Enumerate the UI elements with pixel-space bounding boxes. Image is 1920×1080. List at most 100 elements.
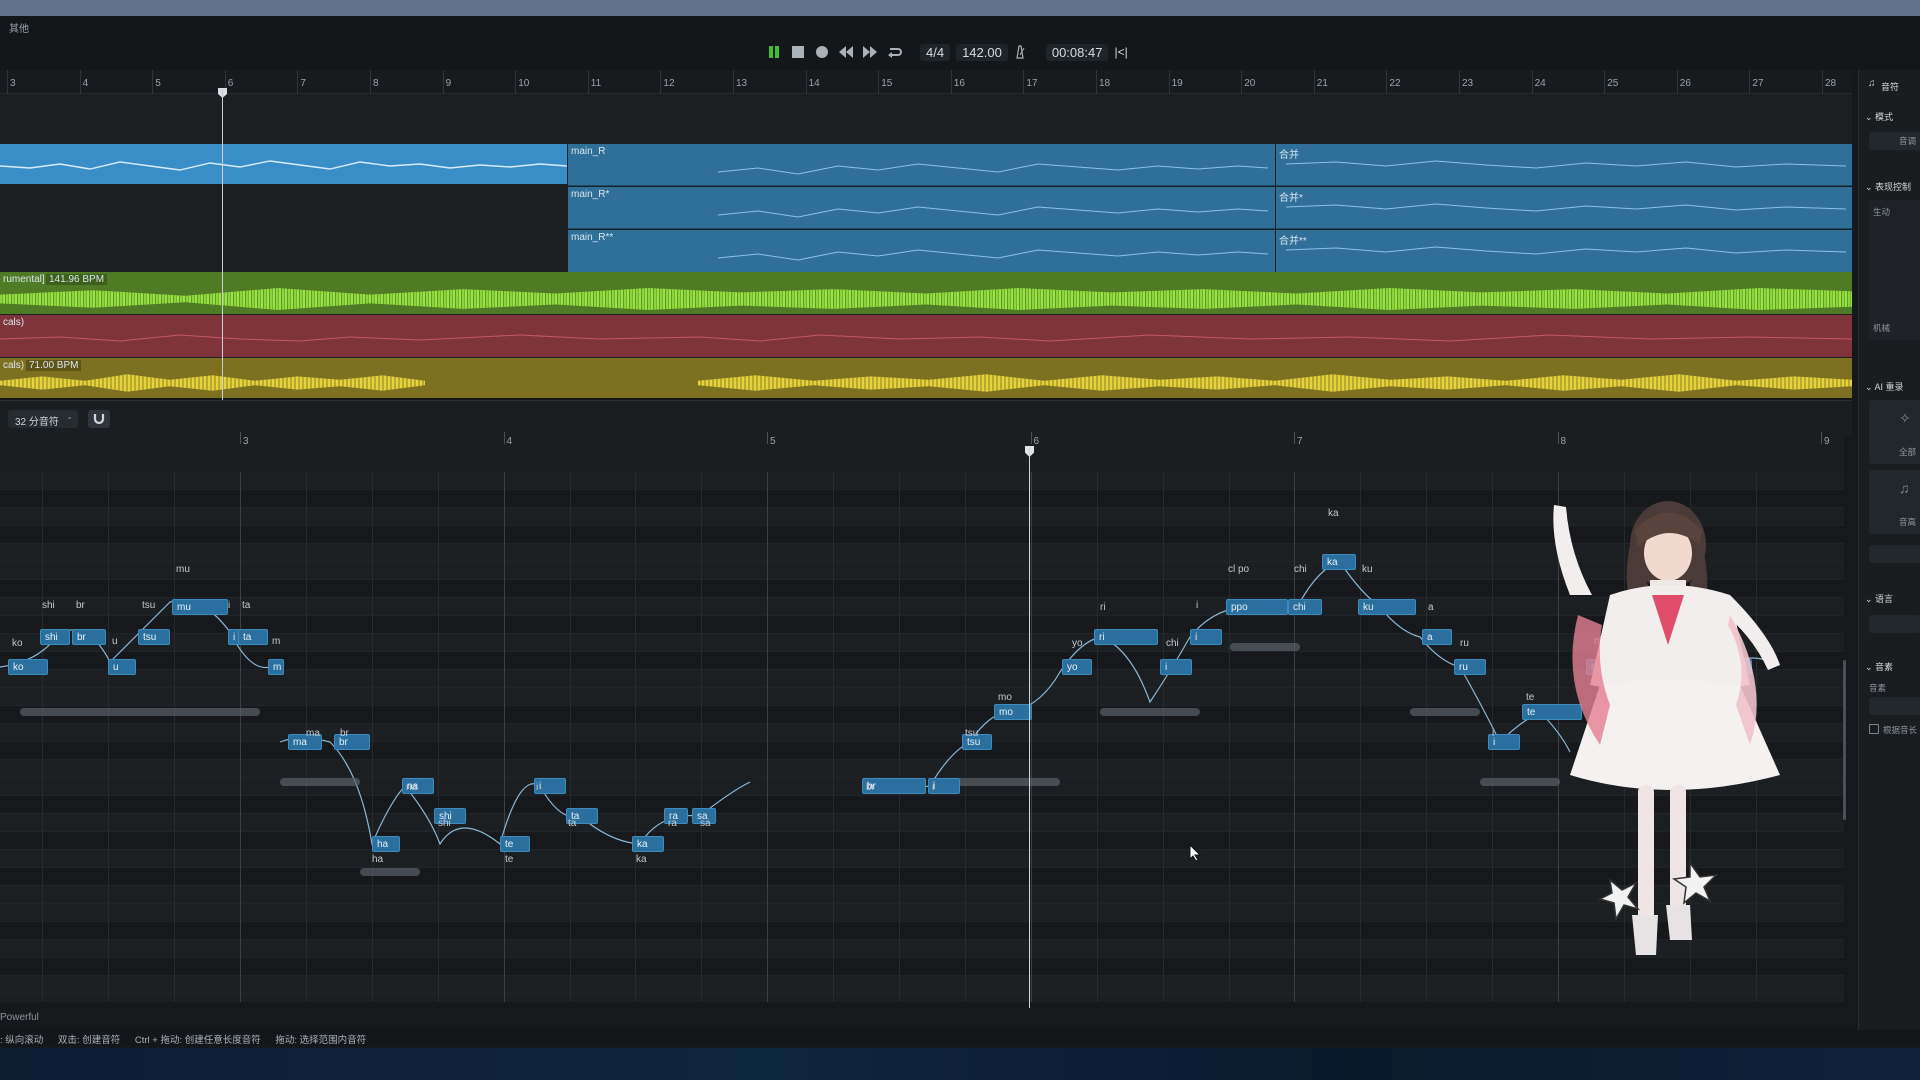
note[interactable]: i (534, 778, 566, 794)
note[interactable]: mi (1586, 659, 1618, 675)
snap-to-playhead-icon[interactable]: |<| (1114, 45, 1127, 59)
stop-icon[interactable] (790, 44, 806, 60)
note[interactable]: br (72, 629, 106, 645)
ruler-label: 13 (736, 78, 748, 89)
arrangement-ruler[interactable]: 3 4 5 6 7 8 9 10 11 12 13 14 15 16 17 18 19 20 21 22 23 24 25 2… (0, 70, 1852, 94)
clip-main-r3[interactable]: main_R** (568, 230, 1275, 272)
pitch-lane (0, 508, 1844, 526)
panel-tab-notes[interactable]: 音符 (1881, 80, 1899, 93)
fast-forward-icon[interactable] (862, 44, 878, 60)
note[interactable]: a (1422, 629, 1452, 645)
lyric-label: chi (1166, 638, 1179, 649)
lyric-label: ka (1328, 508, 1339, 519)
snap-select[interactable]: 32 分音符 ⌄ (8, 410, 78, 428)
piano-roll-ruler[interactable]: 3 4 5 6 7 8 9 (0, 432, 1844, 474)
beat-line (174, 472, 176, 1002)
expr-bottom-label: 机械 (1873, 323, 1891, 333)
note[interactable]: ka (1322, 554, 1356, 570)
lyric-label: i (1492, 728, 1495, 739)
ai-options-field[interactable] (1869, 545, 1920, 563)
pitch-lane (0, 976, 1844, 994)
phoneme-input[interactable] (1869, 697, 1920, 715)
time-signature[interactable]: 4/4 (920, 43, 951, 61)
clip-main-r2[interactable]: main_R* (568, 187, 1275, 229)
note[interactable]: ta (238, 629, 268, 645)
clip-vocals-2[interactable]: cals) 71.00 BPM (0, 358, 1852, 398)
note[interactable]: ru (1454, 659, 1486, 675)
piano-roll-grid[interactable] (0, 472, 1844, 1002)
rewind-icon[interactable] (838, 44, 854, 60)
ai-retake-all-button[interactable]: ✧ 全部 (1869, 400, 1920, 464)
clip-merge[interactable]: 合并 (1276, 144, 1852, 186)
note[interactable]: chi (1288, 599, 1322, 615)
clip-merge3[interactable]: 合并** (1276, 230, 1852, 272)
section-ai-retake[interactable]: ⌄ AI 重录 (1865, 380, 1904, 393)
note[interactable]: da (1690, 659, 1752, 675)
clip-merge2[interactable]: 合并* (1276, 187, 1852, 229)
pause-icon[interactable] (766, 44, 782, 60)
note[interactable]: mo (994, 704, 1032, 720)
note[interactable]: i (1160, 659, 1192, 675)
pitch-lane (0, 904, 1844, 922)
note[interactable]: mu (172, 599, 228, 615)
note[interactable]: shi (40, 629, 70, 645)
mode-select[interactable]: 音调 (1869, 132, 1920, 150)
lyric-label: yo (1072, 638, 1083, 649)
note[interactable]: te (500, 836, 530, 852)
arrangement-area[interactable]: main_R main_R* main_R** 合并 合并* 合并** rume… (0, 94, 1852, 398)
beat-line (503, 472, 505, 1002)
ruler-label: 18 (1099, 78, 1111, 89)
section-mode[interactable]: ⌄ 模式 (1865, 110, 1893, 123)
beat-line (1162, 472, 1164, 1002)
note[interactable]: ppo (1226, 599, 1288, 615)
ruler-tick (1168, 70, 1170, 94)
note[interactable]: ku (1358, 599, 1416, 615)
transport-readout: 4/4 142.00 00:08:47 |<| (920, 42, 1128, 62)
vertical-scrollbar[interactable] (1843, 660, 1846, 820)
beat-line (1228, 472, 1230, 1002)
ruler-label: 27 (1752, 78, 1764, 89)
ruler-label: 7 (1297, 436, 1303, 447)
lyric-label: na (406, 782, 418, 793)
beat-line (437, 472, 439, 1002)
clip-vocals-1[interactable]: cals) (0, 315, 1852, 357)
section-language[interactable]: ⌄ 语言 (1865, 592, 1893, 605)
tempo-display[interactable]: 142.00 (956, 43, 1008, 61)
pitch-lane (0, 742, 1844, 760)
ruler-label: 28 (1825, 78, 1837, 89)
ruler-label: 8 (373, 78, 379, 89)
menu-other[interactable]: 其他 (9, 20, 29, 35)
expression-pad[interactable]: 生动 机械 (1869, 200, 1920, 340)
metronome-icon[interactable] (1014, 45, 1028, 59)
note[interactable]: tsu (138, 629, 170, 645)
record-icon[interactable] (814, 44, 830, 60)
note[interactable]: yo (1062, 659, 1092, 675)
ruler-tick (79, 70, 81, 94)
clip-selected[interactable] (0, 144, 567, 184)
section-phoneme[interactable]: ⌄ 音素 (1865, 660, 1893, 673)
checkbox[interactable] (1869, 724, 1879, 734)
ruler-label: 24 (1534, 78, 1546, 89)
section-expression[interactable]: ⌄ 表现控制 (1865, 180, 1911, 193)
clip-main-r[interactable]: main_R (568, 144, 1275, 186)
language-select[interactable] (1869, 615, 1920, 633)
magnet-icon[interactable] (88, 410, 110, 428)
ruler-tick (1821, 432, 1822, 444)
note[interactable]: ko (8, 659, 48, 675)
lyric-label: te (505, 854, 514, 865)
note[interactable]: ri (1094, 629, 1158, 645)
note[interactable]: ta (1622, 629, 1652, 645)
note[interactable]: ha (372, 836, 400, 852)
note[interactable]: te (1522, 704, 1582, 720)
ai-retake-pitch-button[interactable]: ♫ 音高 (1869, 470, 1920, 534)
loop-icon[interactable] (886, 44, 902, 60)
ruler-label: 6 (1033, 436, 1040, 447)
note[interactable]: u (108, 659, 136, 675)
note[interactable]: n (1650, 629, 1678, 645)
note[interactable]: ka (632, 836, 664, 852)
pitch-lane (0, 994, 1844, 1002)
time-display: 00:08:47 (1045, 43, 1109, 61)
note[interactable]: m (268, 659, 284, 675)
note[interactable]: i (1190, 629, 1222, 645)
clip-instrumental[interactable]: rumental] 141.96 BPM (0, 272, 1852, 314)
